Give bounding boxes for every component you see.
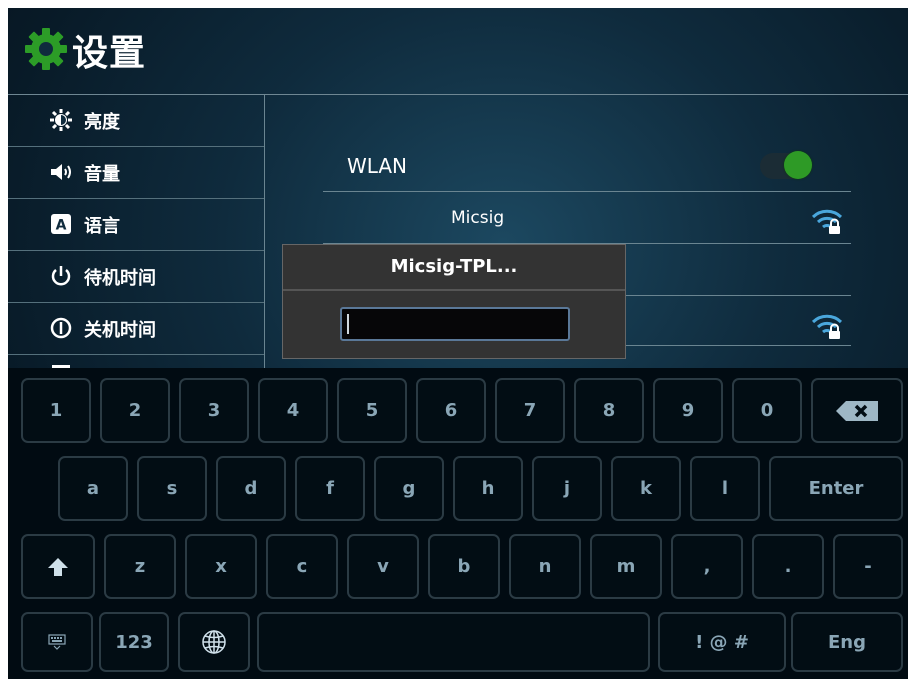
- dialog-title: Micsig-TPL...: [283, 245, 625, 291]
- key-x[interactable]: x: [185, 534, 257, 599]
- text-caret: [347, 314, 349, 334]
- space-key[interactable]: [257, 612, 650, 672]
- language-switch-key[interactable]: [178, 612, 250, 672]
- shift-arrow-icon: [48, 557, 68, 576]
- backspace-key[interactable]: [811, 378, 903, 443]
- password-dialog: Micsig-TPL...: [282, 244, 626, 359]
- svg-text:A: A: [56, 218, 67, 234]
- key-dash[interactable]: -: [833, 534, 903, 599]
- sidebar-item-language[interactable]: A 语言: [8, 199, 264, 251]
- sidebar-item-label: 待机时间: [84, 268, 156, 289]
- shift-key[interactable]: [21, 534, 95, 599]
- key-6[interactable]: 6: [416, 378, 486, 443]
- divider: [624, 345, 851, 346]
- brightness-icon: [50, 109, 72, 131]
- key-b[interactable]: b: [428, 534, 500, 599]
- numeric-key[interactable]: 123: [99, 612, 169, 672]
- sidebar-item-label: 音量: [84, 164, 120, 185]
- key-s[interactable]: s: [137, 456, 207, 521]
- key-g[interactable]: g: [374, 456, 444, 521]
- key-k[interactable]: k: [611, 456, 681, 521]
- key-0[interactable]: 0: [732, 378, 802, 443]
- keyboard-toggle-key[interactable]: [21, 612, 93, 672]
- key-period[interactable]: .: [752, 534, 824, 599]
- key-2[interactable]: 2: [100, 378, 170, 443]
- lang-eng-key[interactable]: Eng: [791, 612, 903, 672]
- password-input[interactable]: [340, 307, 570, 341]
- key-7[interactable]: 7: [495, 378, 565, 443]
- language-icon: A: [51, 214, 71, 234]
- key-l[interactable]: l: [690, 456, 760, 521]
- sidebar-item-standby[interactable]: 待机时间: [8, 251, 264, 303]
- volume-icon: [51, 164, 71, 180]
- key-d[interactable]: d: [216, 456, 286, 521]
- key-9[interactable]: 9: [653, 378, 723, 443]
- sidebar-item-volume[interactable]: 音量: [8, 147, 264, 199]
- sidebar-item-label: 亮度: [84, 112, 120, 133]
- key-v[interactable]: v: [347, 534, 419, 599]
- header-bar: 设置: [8, 8, 908, 95]
- settings-screen: 设置 亮度 音量 A 语言 待机时间 关机时间 WLAN Micsig Mics…: [8, 8, 908, 679]
- sidebar-item-label: 语言: [84, 216, 120, 237]
- keyboard-icon: [48, 634, 66, 650]
- sidebar-item-shutdown[interactable]: 关机时间: [8, 303, 264, 355]
- key-a[interactable]: a: [58, 456, 128, 521]
- backspace-icon: [836, 400, 878, 421]
- wlan-label: WLAN: [347, 154, 408, 178]
- globe-icon: [202, 630, 226, 654]
- key-1[interactable]: 1: [21, 378, 91, 443]
- onscreen-keyboard: 1 2 3 4 5 6 7 8 9 0 a s d f g h j k l En…: [8, 368, 908, 679]
- power-icon: [51, 266, 71, 286]
- sidebar-item-label: 关机时间: [84, 320, 156, 341]
- gear-icon: [25, 28, 67, 70]
- key-3[interactable]: 3: [179, 378, 249, 443]
- key-5[interactable]: 5: [337, 378, 407, 443]
- toggle-knob: [784, 151, 812, 179]
- sidebar-item-brightness[interactable]: 亮度: [8, 95, 264, 147]
- wifi-lock-icon[interactable]: [811, 312, 843, 340]
- divider: [624, 295, 851, 296]
- symbols-key[interactable]: ! @ #: [658, 612, 786, 672]
- shutdown-icon: [50, 317, 72, 339]
- key-n[interactable]: n: [509, 534, 581, 599]
- sidebar: 亮度 音量 A 语言 待机时间 关机时间: [8, 95, 265, 377]
- key-8[interactable]: 8: [574, 378, 644, 443]
- wlan-toggle[interactable]: [760, 151, 812, 179]
- key-z[interactable]: z: [104, 534, 176, 599]
- key-comma[interactable]: ,: [671, 534, 743, 599]
- key-j[interactable]: j: [532, 456, 602, 521]
- enter-key[interactable]: Enter: [769, 456, 903, 521]
- key-h[interactable]: h: [453, 456, 523, 521]
- key-4[interactable]: 4: [258, 378, 328, 443]
- key-f[interactable]: f: [295, 456, 365, 521]
- key-c[interactable]: c: [266, 534, 338, 599]
- key-m[interactable]: m: [590, 534, 662, 599]
- network-name[interactable]: Micsig: [451, 208, 504, 228]
- divider: [323, 191, 851, 192]
- wifi-lock-icon[interactable]: [811, 207, 843, 235]
- page-title: 设置: [72, 33, 147, 74]
